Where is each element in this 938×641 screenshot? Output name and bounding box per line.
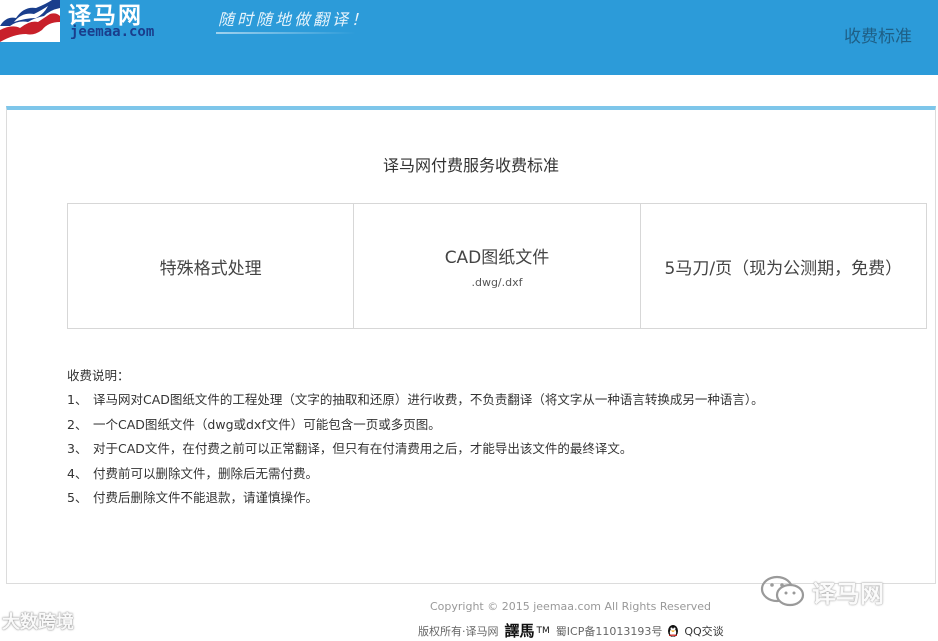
list-item: 1、 译马网对CAD图纸文件的工程处理（文字的抽取和还原）进行收费，不负责翻译（将… [67, 388, 764, 412]
page-title: 译马网付费服务收费标准 [382, 156, 559, 175]
table-cell-service: 特殊格式处理 [68, 204, 355, 328]
list-item: 4、 付费前可以删除文件，删除后无需付费。 [67, 462, 764, 486]
service-name: 特殊格式处理 [159, 258, 262, 279]
wechat-icon [760, 575, 806, 609]
slogan-underline [216, 32, 356, 34]
table-cell-file-type: CAD图纸文件 .dwg/.dxf [354, 204, 641, 328]
horse-logo-icon [0, 0, 60, 43]
fee-panel: 译马网付费服务收费标准 特殊格式处理 CAD图纸文件 .dwg/.dxf 5马刀… [6, 106, 936, 584]
footer-copyright: Copyright © 2015 jeemaa.com All Rights R… [430, 600, 712, 613]
note-text: 对于CAD文件，在付费之前可以正常翻译，但只有在付清费用之后，才能导出该文件的最… [93, 441, 633, 457]
footer-brand-logo: 譯馬 [504, 622, 535, 640]
footer-icp[interactable]: 蜀ICP备11013193号 [556, 623, 663, 639]
site-logo[interactable]: 译马网 jeemaa.com [0, 0, 180, 50]
logo-domain-text: jeemaa.com [70, 24, 155, 40]
footer-info: 版权所有·译马网 譯馬 TM 蜀ICP备11013193号 QQ交谈 [418, 620, 724, 641]
file-type-name: CAD图纸文件 [444, 248, 550, 268]
fee-table: 特殊格式处理 CAD图纸文件 .dwg/.dxf 5马刀/页（现为公测期，免费） [67, 203, 927, 329]
watermark-right: 译马网 [760, 574, 884, 609]
price-text: 5马刀/页（现为公测期，免费） [664, 258, 903, 279]
qq-chat-link[interactable]: QQ交谈 [684, 623, 723, 639]
list-item: 5、 付费后删除文件不能退款，请谨慎操作。 [67, 486, 764, 510]
qq-penguin-icon[interactable] [666, 624, 680, 638]
note-text: 付费后删除文件不能退款，请谨慎操作。 [93, 490, 319, 506]
note-number: 4、 [67, 465, 88, 481]
footer-rights: 版权所有·译马网 [418, 624, 499, 638]
note-text: 付费前可以删除文件，删除后无需付费。 [93, 465, 319, 481]
fee-notes: 收费说明： 1、 译马网对CAD图纸文件的工程处理（文字的抽取和还原）进行收费，不… [67, 364, 764, 510]
header-slogan: 随时随地做翻译！ [218, 10, 371, 29]
file-extensions: .dwg/.dxf [471, 276, 523, 289]
note-number: 3、 [67, 441, 88, 457]
note-number: 1、 [67, 392, 88, 408]
nav-fee-standard-link[interactable]: 收费标准 [844, 22, 912, 47]
trademark-mark: TM [536, 625, 550, 636]
list-item: 3、 对于CAD文件，在付费之前可以正常翻译，但只有在付清费用之后，才能导出该文件… [67, 437, 764, 461]
note-number: 5、 [67, 490, 88, 506]
note-text: 一个CAD图纸文件（dwg或dxf文件）可能包含一页或多页图。 [93, 416, 441, 432]
note-number: 2、 [67, 416, 88, 432]
site-header: 译马网 jeemaa.com 随时随地做翻译！ 收费标准 [0, 0, 938, 75]
notes-heading: 收费说明： [67, 368, 130, 383]
table-cell-price: 5马刀/页（现为公测期，免费） [641, 204, 926, 328]
note-text: 译马网对CAD图纸文件的工程处理（文字的抽取和还原）进行收费，不负责翻译（将文字… [93, 392, 764, 408]
watermark-right-text: 译马网 [812, 580, 884, 608]
list-item: 2、 一个CAD图纸文件（dwg或dxf文件）可能包含一页或多页图。 [67, 413, 764, 437]
watermark-left: 大数跨境 [2, 612, 74, 633]
